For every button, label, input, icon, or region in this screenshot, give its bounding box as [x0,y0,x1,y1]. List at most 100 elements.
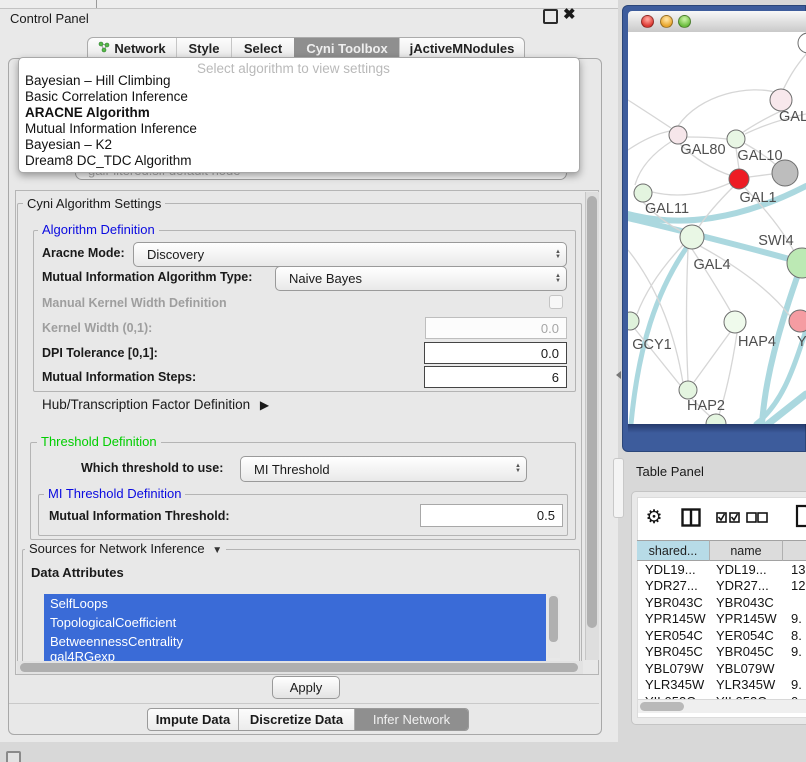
node-swi4[interactable] [787,248,806,278]
apply-button[interactable]: Apply [272,676,340,699]
sources-group-title[interactable]: Sources for Network Inference ▼ [25,541,226,556]
table-row[interactable]: YLR345WYLR345W9. [637,677,806,693]
algorithm-dropdown-popup: Select algorithm to view settings Bayesi… [18,57,580,173]
table-row[interactable]: YDL19...YDL19...13 [637,562,806,578]
node-gal1[interactable] [729,169,749,189]
node-label: HAP2 [687,398,725,414]
node-gcy1[interactable] [628,312,639,330]
top-toolbar-strip [0,0,618,9]
close-icon[interactable]: ✖ [563,5,576,23]
dropdown-item[interactable]: Dream8 DC_TDC Algorithm [23,153,192,169]
frame-inner-shadow [628,424,806,433]
mi-type-combobox[interactable]: Naive Bayes ▲▼ [275,266,567,291]
tab-style[interactable]: Style [176,38,231,59]
node-hap2[interactable] [679,381,697,399]
unselect-all-checkboxes-icon[interactable] [746,512,768,523]
column-header[interactable] [783,540,806,561]
table-row[interactable]: YBR043CYBR043C [637,595,806,611]
table-panel-title: Table Panel [636,464,704,479]
table-row[interactable]: YBR045CYBR045C9. [637,644,806,660]
close-traffic-light-icon[interactable] [641,15,654,28]
tab-impute-data[interactable]: Impute Data [148,709,238,730]
stepper-icon: ▲▼ [550,250,566,260]
manual-kernel-label: Manual Kernel Width Definition [42,296,227,310]
minimize-traffic-light-icon[interactable] [660,15,673,28]
aracne-mode-combobox[interactable]: Discovery ▲▼ [133,242,567,267]
node-gal4[interactable] [680,225,704,249]
dropdown-item[interactable]: Bayesian – K2 [23,137,112,153]
mi-threshold-input[interactable]: 0.5 [420,504,563,527]
network-canvas[interactable]: GAL GAL80 GAL10 GAL1 GAL11 SWI4 GAL4 GCY… [628,32,806,424]
table-row[interactable]: YPR145WYPR145W9. [637,611,806,627]
list-item-selected[interactable]: gal4RGexp [44,651,546,661]
network-graph: GAL GAL80 GAL10 GAL1 GAL11 SWI4 GAL4 GCY… [628,32,806,424]
column-header-shared-name[interactable]: shared... [637,540,710,561]
splitter-handle[interactable] [613,458,624,518]
mi-threshold-label: Mutual Information Threshold: [49,509,230,523]
aracne-mode-label: Aracne Mode: [42,246,125,260]
node[interactable] [798,33,806,53]
new-table-icon[interactable] [795,504,806,528]
edges-highlighted [628,186,806,424]
tab-cyni-toolbox[interactable]: Cyni Toolbox [294,38,399,59]
node-label: SWI4 [758,233,793,249]
dpi-tolerance-label: DPI Tolerance [0,1]: [42,346,158,360]
list-item-selected[interactable]: BetweennessCentrality [44,632,546,651]
splitter-collapse-icon[interactable] [616,371,621,379]
stepper-icon: ▲▼ [550,274,566,284]
node-pink[interactable] [789,310,806,332]
dropdown-placeholder: Select algorithm to view settings [197,61,390,76]
column-header-name[interactable]: name [710,540,783,561]
table-row[interactable]: YER054CYER054C8. [637,628,806,644]
mi-steps-input[interactable]: 6 [424,366,567,388]
kernel-width-label: Kernel Width (0,1): [42,321,152,335]
gear-icon[interactable]: ⚙ [644,506,664,528]
node-gal10[interactable] [727,130,745,148]
tab-jactivemnodules[interactable]: jActiveMNodules [399,38,524,59]
dropdown-item[interactable]: Basic Correlation Inference [23,89,188,105]
node-label: GAL10 [737,148,782,164]
dropdown-item-selected[interactable]: ARACNE Algorithm [23,105,150,121]
corner-widget-icon[interactable] [6,751,21,762]
list-item-selected[interactable]: SelfLoops [44,594,546,613]
algorithm-definition-title: Algorithm Definition [38,222,159,237]
cyni-algorithm-settings-title: Cyni Algorithm Settings [23,196,165,211]
threshold-definition-title: Threshold Definition [37,434,161,449]
tab-select[interactable]: Select [231,38,294,59]
select-all-checkboxes-icon[interactable] [716,512,740,523]
node-gal11[interactable] [634,184,652,202]
table-row[interactable]: YBL079WYBL079W [637,661,806,677]
settings-vertical-scrollbar[interactable] [585,192,599,660]
network-window-titlebar[interactable] [628,11,806,33]
node-label: GAL [779,109,806,125]
mi-threshold-group-title: MI Threshold Definition [44,486,185,501]
mi-type-label: Mutual Information Algorithm Type: [42,270,252,284]
zoom-traffic-light-icon[interactable] [678,15,691,28]
data-attributes-label: Data Attributes [31,565,124,580]
dropdown-item[interactable]: Mutual Information Inference [23,121,197,137]
expand-right-icon: ▶ [254,398,269,412]
kernel-width-input[interactable]: 0.0 [425,317,567,339]
node-hap4[interactable] [724,311,746,333]
float-window-icon[interactable] [543,9,558,24]
dpi-tolerance-input[interactable]: 0.0 [424,342,567,364]
column-browser-icon[interactable] [681,508,701,527]
tab-infer-network[interactable]: Infer Network [354,709,468,730]
divider [9,703,599,704]
attributes-scrollbar[interactable] [548,594,560,658]
tab-network[interactable]: Network [88,38,176,59]
panel-title: Control Panel [10,11,89,26]
network-icon [98,41,110,56]
manual-kernel-checkbox[interactable] [549,295,563,309]
settings-horizontal-scrollbar[interactable] [17,661,583,674]
which-threshold-combobox[interactable]: MI Threshold ▲▼ [240,456,527,482]
table-horizontal-scrollbar[interactable] [638,699,806,713]
tab-discretize-data[interactable]: Discretize Data [238,709,354,730]
dropdown-item[interactable]: Bayesian – Hill Climbing [23,73,171,89]
node-labels: GAL GAL80 GAL10 GAL1 GAL11 SWI4 GAL4 GCY… [632,109,806,414]
node[interactable] [770,89,792,111]
collapse-down-icon: ▼ [208,545,222,556]
table-row[interactable]: YDR27...YDR27...12 [637,578,806,594]
list-item-selected[interactable]: TopologicalCoefficient [44,613,546,632]
hub-definition-expander[interactable]: Hub/Transcription Factor Definition ▶ [42,397,269,412]
